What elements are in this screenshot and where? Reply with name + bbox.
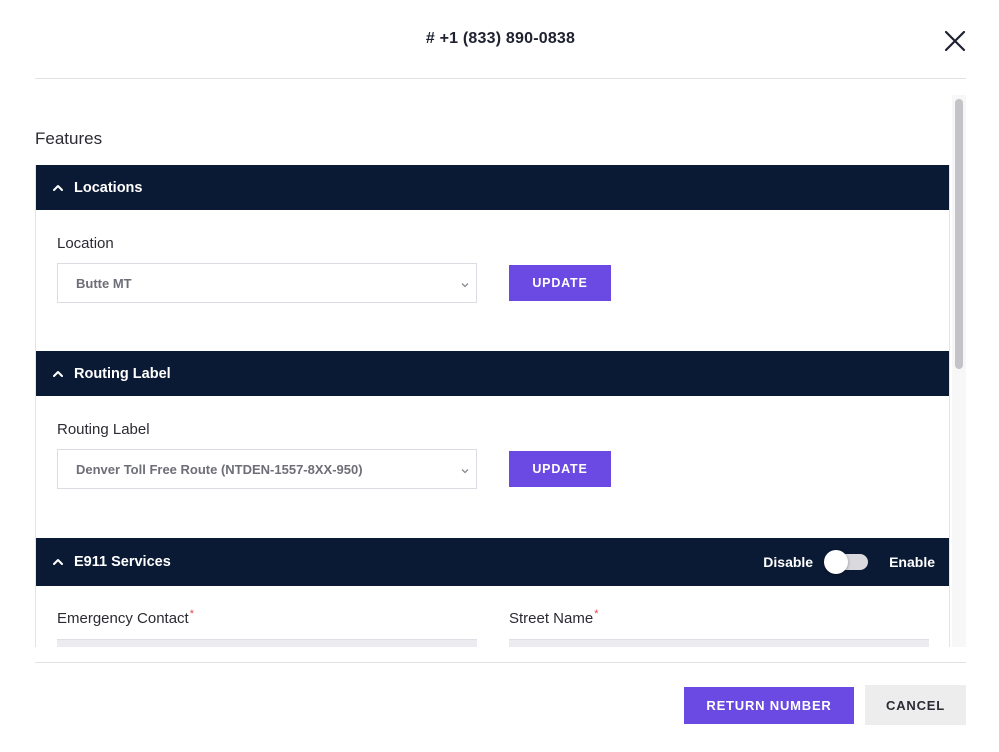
routing-label-select-value: Denver Toll Free Route (NTDEN-1557-8XX-9… — [76, 461, 363, 477]
return-number-button[interactable]: RETURN NUMBER — [684, 687, 854, 724]
section-title: E911 Services — [74, 554, 171, 570]
e911-services-section: E911 Services Disable Enable Emergency C… — [35, 538, 950, 647]
section-title: Locations — [74, 179, 143, 196]
modal-header: # +1 (833) 890-0838 — [35, 0, 966, 79]
emergency-contact-input[interactable] — [57, 639, 477, 647]
modal-body: Features Locations Location Butte MT UPD… — [35, 95, 966, 647]
cancel-button[interactable]: CANCEL — [865, 685, 966, 725]
close-button[interactable] — [942, 28, 968, 54]
chevron-up-icon — [52, 556, 64, 568]
features-heading: Features — [35, 129, 103, 148]
chevron-up-icon — [52, 368, 64, 380]
required-mark: * — [594, 608, 599, 620]
e911-toggle-group: Disable Enable — [763, 550, 935, 574]
location-label: Location — [57, 235, 114, 252]
routing-label-select[interactable]: Denver Toll Free Route (NTDEN-1557-8XX-9… — [57, 449, 477, 489]
chevron-up-icon — [52, 182, 64, 194]
vertical-scrollbar[interactable] — [952, 95, 966, 647]
e911-toggle-switch[interactable] — [824, 550, 870, 574]
modal-footer: RETURN NUMBER CANCEL — [35, 662, 966, 752]
toggle-knob — [824, 550, 849, 574]
close-icon — [944, 30, 966, 52]
location-select-value: Butte MT — [76, 275, 132, 291]
emergency-contact-label: Emergency Contact* — [57, 608, 195, 627]
phone-number-modal: # +1 (833) 890-0838 Features Locations L… — [0, 0, 999, 752]
emergency-contact-label-text: Emergency Contact — [57, 610, 189, 627]
toggle-disable-label: Disable — [763, 554, 814, 570]
routing-label-update-button[interactable]: UPDATE — [509, 451, 611, 487]
toggle-enable-label: Enable — [889, 554, 935, 570]
chevron-down-icon — [460, 464, 470, 474]
street-name-label-text: Street Name — [509, 610, 594, 627]
street-name-label: Street Name* — [509, 608, 599, 627]
modal-title: # +1 (833) 890-0838 — [425, 30, 576, 47]
scrollbar-thumb[interactable] — [955, 99, 963, 369]
chevron-down-icon — [460, 278, 470, 288]
locations-section-header[interactable]: Locations — [36, 165, 949, 210]
location-update-button[interactable]: UPDATE — [509, 265, 611, 301]
routing-label-section: Routing Label Routing Label Denver Toll … — [35, 351, 950, 538]
routing-label-label: Routing Label — [57, 421, 150, 438]
street-name-input[interactable] — [509, 639, 929, 647]
e911-section-header[interactable]: E911 Services Disable Enable — [36, 538, 949, 586]
locations-section: Locations Location Butte MT UPDATE — [35, 165, 950, 351]
location-select[interactable]: Butte MT — [57, 263, 477, 303]
required-mark: * — [189, 608, 195, 620]
routing-label-section-header[interactable]: Routing Label — [36, 351, 949, 396]
section-title: Routing Label — [74, 365, 171, 382]
